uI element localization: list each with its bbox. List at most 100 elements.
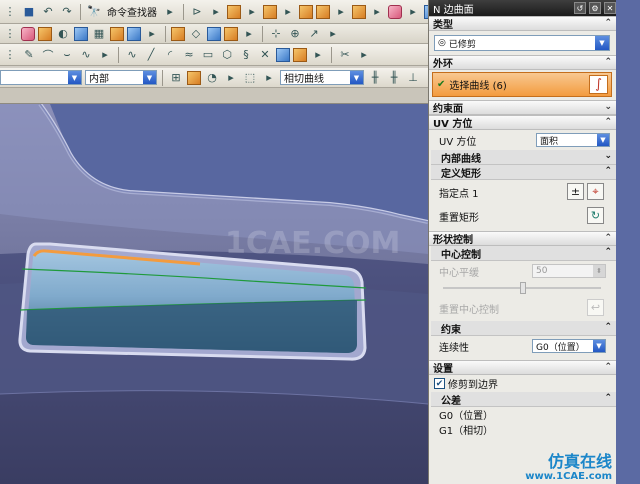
dropdown-arrow-icon[interactable]: ▸: [208, 4, 224, 20]
section-settings[interactable]: 设置 ⌃: [429, 360, 616, 375]
toolbar-grip-icon[interactable]: ⋮: [2, 26, 18, 42]
section-outer-loop[interactable]: 外环 ⌃: [429, 55, 616, 70]
dropdown-arrow-icon[interactable]: ▸: [333, 4, 349, 20]
revolve-icon[interactable]: ◐: [55, 26, 71, 42]
toolbar-grip-icon[interactable]: ⋮: [2, 4, 18, 20]
dropdown-arrow-icon[interactable]: ▸: [261, 70, 277, 86]
curve-rule-select[interactable]: 相切曲线 ▼: [280, 70, 364, 85]
thicken-icon[interactable]: [224, 26, 238, 41]
dropdown-arrow-icon[interactable]: ▸: [97, 47, 113, 63]
face-select-icon[interactable]: ◔: [204, 70, 220, 86]
general-selection-icon[interactable]: ⊞: [168, 70, 184, 86]
sew-icon[interactable]: [127, 26, 141, 41]
dropdown-arrow-icon[interactable]: ▸: [325, 26, 341, 42]
slider-thumb[interactable]: [520, 282, 526, 294]
helix-icon[interactable]: §: [238, 47, 254, 63]
render-cube-icon[interactable]: [316, 4, 330, 19]
dropdown-arrow-icon[interactable]: ▸: [405, 4, 421, 20]
dropdown-arrow-icon[interactable]: ▸: [162, 4, 178, 20]
tolerance-group[interactable]: 公差 ⌃: [431, 392, 616, 407]
spline-icon[interactable]: ∿: [124, 47, 140, 63]
view-cube-icon[interactable]: [299, 4, 313, 19]
rectangle-icon[interactable]: ▭: [200, 47, 216, 63]
reset-center-icon[interactable]: ↩: [587, 299, 604, 316]
project-curve-icon[interactable]: ⌣: [59, 47, 75, 63]
select-curve-field[interactable]: ✔ 选择曲线 (6) ∫: [432, 72, 612, 97]
blend-icon[interactable]: [171, 26, 185, 41]
center-flat-slider[interactable]: [443, 282, 601, 294]
dropdown-arrow-icon[interactable]: ▸: [280, 4, 296, 20]
feature-select-icon[interactable]: [187, 70, 201, 85]
trim-boundary-checkbox[interactable]: ✔: [434, 378, 445, 389]
toolbar-grip-icon[interactable]: ⋮: [2, 47, 18, 63]
point-dialog-icon[interactable]: ±: [567, 183, 584, 200]
type-select[interactable]: ◎ 已修剪 ▼: [434, 35, 610, 51]
trim-icon[interactable]: [110, 26, 124, 41]
separator: [165, 25, 166, 42]
analysis-icon[interactable]: [388, 4, 402, 19]
type-filter-select[interactable]: ▼: [0, 70, 82, 85]
point-icon[interactable]: ⊕: [287, 26, 303, 42]
dropdown-arrow-icon[interactable]: ▸: [144, 26, 160, 42]
box-select-icon[interactable]: ⬚: [242, 70, 258, 86]
mesh-icon[interactable]: ▦: [91, 26, 107, 42]
section-curve-icon[interactable]: [276, 47, 290, 62]
trim-boundary-row: ✔ 修剪到边界: [429, 375, 616, 392]
reset-icon[interactable]: ↺: [574, 2, 586, 14]
dropdown-arrow-icon[interactable]: ▸: [310, 47, 326, 63]
inner-curves-group[interactable]: 内部曲线 ⌄: [431, 150, 616, 165]
curve-picker-icon[interactable]: ∫: [589, 75, 608, 94]
snap-endpoint-icon[interactable]: ╫: [367, 70, 383, 86]
redo-icon[interactable]: ↷: [59, 4, 75, 20]
dropdown-arrow-icon[interactable]: ▸: [244, 4, 260, 20]
chamfer-icon[interactable]: ◇: [188, 26, 204, 42]
offset-curve-icon[interactable]: ∿: [78, 47, 94, 63]
snap-midpoint-icon[interactable]: ╫: [386, 70, 402, 86]
extract-curve-icon[interactable]: [293, 47, 307, 62]
selection-scope-select[interactable]: 内部 ▼: [85, 70, 157, 85]
sketch-curve-icon[interactable]: ✎: [21, 47, 37, 63]
snap-icon[interactable]: ⊹: [268, 26, 284, 42]
shaded-cube-icon[interactable]: [263, 4, 277, 19]
constraint-group[interactable]: 约束 ⌃: [431, 321, 616, 336]
close-icon[interactable]: ✕: [604, 2, 616, 14]
continuity-select[interactable]: G0（位置） ▼: [532, 339, 606, 353]
dropdown-arrow-icon[interactable]: ▸: [369, 4, 385, 20]
dropdown-arrow-icon[interactable]: ▸: [223, 70, 239, 86]
graphics-viewport[interactable]: 1CAE.COM: [0, 104, 428, 484]
center-flat-input[interactable]: 50 ⬍: [532, 264, 606, 278]
dropdown-arrow-icon[interactable]: ▸: [356, 47, 372, 63]
polygon-icon[interactable]: ⬡: [219, 47, 235, 63]
reset-rectangle-icon[interactable]: ↻: [587, 207, 604, 224]
edit-curve-icon[interactable]: ✂: [337, 47, 353, 63]
offset-icon[interactable]: [207, 26, 221, 41]
line-icon[interactable]: ╱: [143, 47, 159, 63]
bridge-curve-icon[interactable]: ⌒: [40, 47, 56, 63]
command-finder-icon[interactable]: 🔭: [86, 4, 102, 20]
intersect-curve-icon[interactable]: ✕: [257, 47, 273, 63]
button-icon[interactable]: ■: [21, 4, 37, 20]
center-control-group[interactable]: 中心控制 ⌃: [431, 246, 616, 261]
uv-orientation-select[interactable]: 面积 ▼: [536, 133, 610, 147]
uv-orientation-value: 面积: [540, 136, 559, 147]
sketch-icon[interactable]: [21, 26, 35, 41]
arc-icon[interactable]: ◜: [162, 47, 178, 63]
selection-icon[interactable]: ⊳: [189, 4, 205, 20]
vector-icon[interactable]: ↗: [306, 26, 322, 42]
section-uv-orientation[interactable]: UV 方位 ⌃: [429, 115, 616, 130]
surface-icon[interactable]: [74, 26, 88, 41]
section-constraint-face[interactable]: 约束面 ⌄: [429, 100, 616, 115]
command-finder-button[interactable]: 命令查找器: [105, 4, 159, 19]
snap-center-icon[interactable]: ⊥: [405, 70, 421, 86]
gear-icon[interactable]: ⚙: [589, 2, 601, 14]
layer-cube-icon[interactable]: [352, 4, 366, 19]
wave-curve-icon[interactable]: ≈: [181, 47, 197, 63]
section-type[interactable]: 类型 ⌃: [429, 16, 616, 31]
dropdown-arrow-icon[interactable]: ▸: [241, 26, 257, 42]
cube-icon[interactable]: [227, 4, 241, 19]
extrude-icon[interactable]: [38, 26, 52, 41]
define-rectangle-group[interactable]: 定义矩形 ⌃: [431, 165, 616, 180]
undo-icon[interactable]: ↶: [40, 4, 56, 20]
section-shape-control[interactable]: 形状控制 ⌃: [429, 231, 616, 246]
crosshair-point-icon[interactable]: ⌖: [587, 183, 604, 200]
